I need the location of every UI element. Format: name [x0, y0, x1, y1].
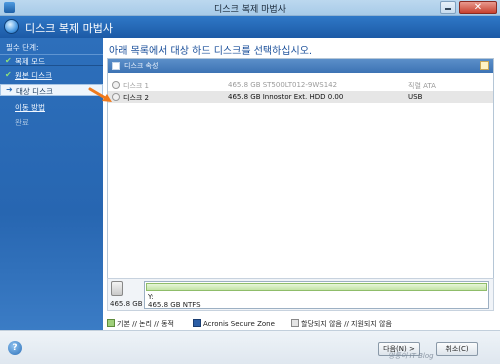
hard-disk-icon [111, 281, 123, 296]
sidebar-item-source-disk[interactable]: ✔ 원본 디스크 [0, 69, 103, 81]
window-title: 디스크 복제 마법사 [214, 5, 286, 15]
disk-name: 디스크 1 [123, 82, 149, 90]
disk-interface: USB [408, 93, 423, 101]
disk-name: 디스크 2 [123, 94, 149, 102]
sidebar-item-label: 대상 디스크 [16, 87, 53, 96]
arrow-right-icon: ➜ [6, 85, 13, 94]
partition-info: 465.8 GB NTFS [148, 301, 201, 309]
orange-pointer-arrow-icon [88, 87, 112, 102]
wizard-header: 디스크 복제 마법사 [0, 16, 500, 38]
sidebar-item-clone-mode[interactable]: ✔ 복제 모드 [0, 54, 103, 66]
legend-primary-label: 기본 // 논리 // 동적 [117, 320, 174, 328]
disk-row[interactable]: 디스크 2 465.8 GB Innostor Ext. HDD 0.00 US… [108, 91, 493, 103]
help-icon[interactable]: ? [8, 341, 22, 355]
disk-list-toolbar: 디스크 속성 [108, 59, 493, 73]
wizard-title: 디스크 복제 마법사 [25, 22, 113, 35]
toolbar-options-icon[interactable] [480, 61, 489, 70]
disk-partition-bar: 465.8 GB Y: 465.8 GB NTFS [107, 278, 494, 311]
legend-unallocated: 할당되지 않음 // 지원되지 않음 [291, 319, 392, 329]
main-content: 아래 목록에서 대상 하드 디스크를 선택하십시오. 디스크 속성 디스크 1 … [103, 38, 500, 330]
minimize-button[interactable] [440, 1, 456, 14]
sidebar-heading: 필수 단계: [6, 43, 39, 52]
partition-letter: Y: [148, 293, 154, 301]
blue-square-icon [193, 319, 201, 327]
disk-interface: 직렬 ATA [408, 82, 436, 90]
partition-fill [146, 283, 487, 291]
legend-secure-zone: Acronis Secure Zone [193, 319, 275, 328]
disk-model: 465.8 GB Innostor Ext. HDD 0.00 [228, 93, 344, 101]
gray-square-icon [291, 319, 299, 327]
disk-list-panel: 디스크 속성 디스크 1 465.8 GB ST500LT012-9WS142 … [107, 58, 494, 310]
instruction-text: 아래 목록에서 대상 하드 디스크를 선택하십시오. [109, 46, 313, 57]
wizard-steps-sidebar: 필수 단계: ✔ 복제 모드 ✔ 원본 디스크 ➜ 대상 디스크 이동 방법 완… [0, 38, 103, 330]
sidebar-item-label: 완료 [15, 118, 29, 127]
checkmark-icon: ✔ [5, 70, 12, 79]
sidebar-item-label: 원본 디스크 [15, 71, 52, 80]
cancel-button[interactable]: 취소(C) [436, 342, 478, 356]
disk-size: 465.8 GB [110, 300, 143, 308]
legend-primary: 기본 // 논리 // 동적 [107, 319, 174, 329]
green-square-icon [107, 319, 115, 327]
wizard-footer: ? 다음(N) > 취소(C) 멍통이 IT Blog [0, 330, 500, 364]
sidebar-item-label: 이동 방법 [15, 103, 45, 112]
legend-unallocated-label: 할당되지 않음 // 지원되지 않음 [301, 320, 392, 328]
disk-row: 디스크 1 465.8 GB ST500LT012-9WS142 직렬 ATA [108, 79, 493, 91]
sidebar-item-label: 복제 모드 [15, 57, 45, 66]
disk-properties-button[interactable]: 디스크 속성 [124, 61, 158, 71]
sidebar-item-finish: 완료 [0, 116, 103, 128]
checkmark-icon: ✔ [5, 56, 12, 65]
legend-secure-zone-label: Acronis Secure Zone [203, 320, 275, 328]
partition-box[interactable]: Y: 465.8 GB NTFS [144, 281, 489, 309]
disk-model: 465.8 GB ST500LT012-9WS142 [228, 81, 338, 89]
window-titlebar: 디스크 복제 마법사 ✕ [0, 0, 500, 16]
close-button[interactable]: ✕ [459, 1, 497, 14]
blog-watermark: 멍통이 IT Blog [388, 352, 434, 360]
acronis-logo-icon [4, 19, 19, 34]
disk-properties-icon[interactable] [112, 62, 120, 70]
